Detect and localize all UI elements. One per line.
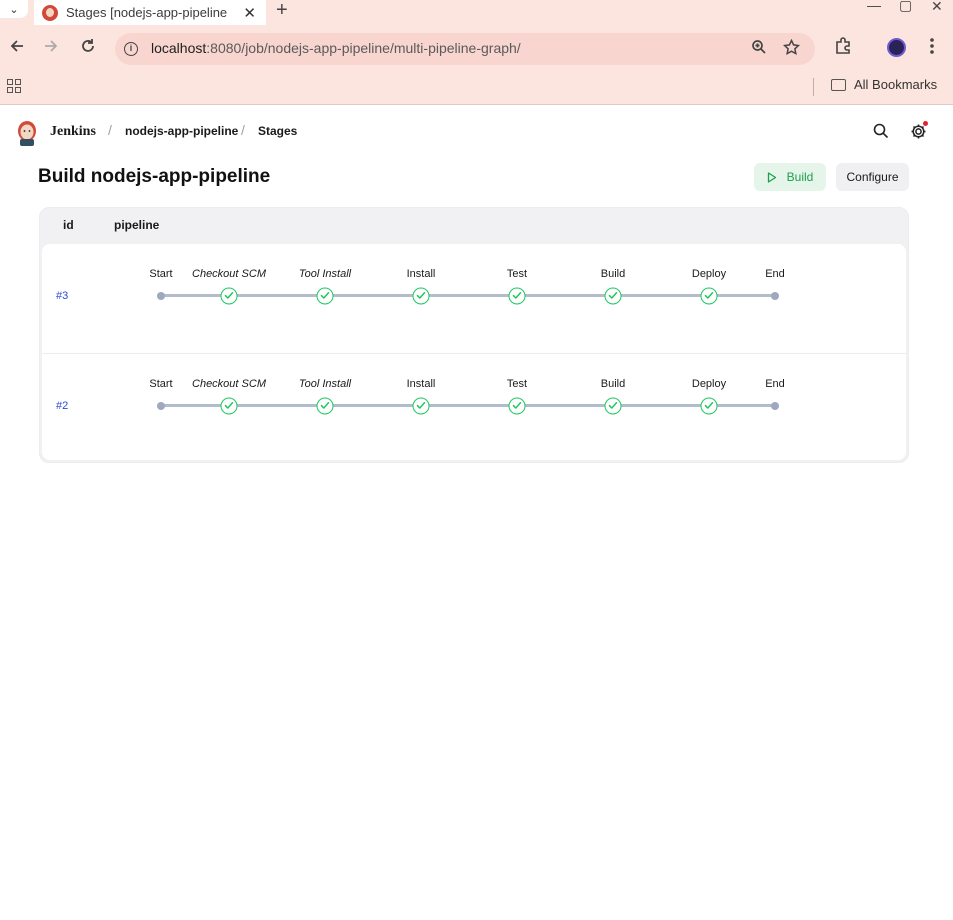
stage-label: Build [600,268,626,280]
all-bookmarks-label: All Bookmarks [854,77,938,92]
stage-label: Start [149,378,173,390]
stage-marker-dot [771,291,779,300]
column-header-pipeline: pipeline [114,218,160,232]
stage-label: End [765,268,785,280]
jenkins-logo-icon[interactable] [16,119,38,147]
stage-success-check-icon[interactable] [316,287,334,304]
stage-marker-dot [157,401,165,410]
play-icon [767,171,776,183]
stage-success-check-icon[interactable] [412,397,430,414]
tab-close-icon[interactable]: ✕ [243,4,256,22]
stage-success-check-icon[interactable] [508,287,526,304]
reload-icon[interactable] [79,37,97,59]
column-header-id: id [63,218,74,232]
stage-success-check-icon[interactable] [604,397,622,414]
build-button-label: Build [786,170,814,184]
stage-label: Test [506,268,528,280]
notification-dot [923,121,928,126]
maximize-icon[interactable]: ▢ [899,0,912,12]
browser-toolbar: i localhost:8080/job/nodejs-app-pipeline… [0,25,953,71]
manage-jenkins-gear-icon[interactable] [910,123,927,145]
breadcrumb-stages[interactable]: Stages [258,124,297,138]
breadcrumb-job[interactable]: nodejs-app-pipeline [125,124,238,138]
stage-label: Install [406,378,436,390]
window-close-icon[interactable]: ✕ [931,0,943,13]
tab-title: Stages [nodejs-app-pipeline [66,5,228,20]
table-body: #3 Start Checkout SCM Tool Install Install Te… [42,244,906,460]
stage-label: End [765,378,785,390]
all-bookmarks-button[interactable]: All Bookmarks [831,77,937,92]
browser-menu-icon[interactable] [929,37,935,60]
stage-label: Install [406,268,436,280]
back-arrow-icon[interactable] [8,37,26,59]
stage-success-check-icon[interactable] [316,397,334,414]
run-id-link[interactable]: #2 [56,400,68,412]
run-id-link[interactable]: #3 [56,290,68,302]
breadcrumb-separator: / [108,122,112,138]
stage-success-check-icon[interactable] [700,287,718,304]
configure-button-label: Configure [846,170,899,184]
stage-success-check-icon[interactable] [220,397,238,414]
stage-label: Checkout SCM [192,268,266,280]
forward-arrow-icon[interactable] [42,37,60,59]
apps-grid-icon[interactable] [7,79,21,93]
profile-avatar[interactable] [887,38,906,57]
stage-label: Build [600,378,626,390]
stage-label: Tool Install [298,378,352,390]
bookmarks-divider [813,78,814,96]
tab-search-chevron-icon[interactable]: ⌄ [0,0,28,18]
build-button[interactable]: Build [754,163,826,191]
search-icon[interactable] [873,123,889,144]
page-title: Build nodejs-app-pipeline [38,166,271,187]
stage-label: Test [506,378,528,390]
breadcrumb-separator: / [241,122,245,138]
browser-tab[interactable]: Stages [nodejs-app-pipeline ✕ [34,0,266,25]
table-row: #2 Start Checkout SCM Tool Install Install Te… [42,353,906,461]
stage-marker-dot [771,401,779,410]
table-row: #3 Start Checkout SCM Tool Install Install Te… [42,244,906,352]
stage-success-check-icon[interactable] [412,287,430,304]
pipeline-runs-table: id pipeline #3 Start Checkout SCM Tool Inst… [39,207,909,463]
stage-success-check-icon[interactable] [604,287,622,304]
jenkins-home-link[interactable]: Jenkins [50,124,96,140]
minimize-icon[interactable]: — [867,0,881,12]
stage-label: Tool Install [298,268,352,280]
stage-label: Start [149,268,173,280]
jenkins-header: Jenkins / nodejs-app-pipeline / Stages [0,106,953,158]
bookmark-star-icon[interactable] [782,38,801,61]
stage-marker-dot [157,291,165,300]
stage-success-check-icon[interactable] [700,397,718,414]
pipeline-track-line [161,404,775,407]
stage-label: Deploy [691,268,727,280]
stage-success-check-icon[interactable] [220,287,238,304]
jenkins-favicon-icon [42,4,58,21]
bookmarks-bar: All Bookmarks [0,71,953,105]
pipeline-track-line [161,294,775,297]
stage-label: Checkout SCM [192,378,266,390]
zoom-icon[interactable] [751,39,767,60]
stage-label: Deploy [691,378,727,390]
extensions-puzzle-icon[interactable] [834,37,852,60]
site-info-icon[interactable]: i [124,42,138,56]
new-tab-plus-icon[interactable]: + [276,0,288,20]
address-bar[interactable]: i localhost:8080/job/nodejs-app-pipeline… [115,33,815,65]
configure-button[interactable]: Configure [836,163,909,191]
browser-tab-bar: ⌄ Stages [nodejs-app-pipeline ✕ + — ▢ ✕ [0,0,953,25]
url-text: localhost:8080/job/nodejs-app-pipeline/m… [151,40,521,56]
stage-success-check-icon[interactable] [508,397,526,414]
folder-icon [831,78,846,91]
